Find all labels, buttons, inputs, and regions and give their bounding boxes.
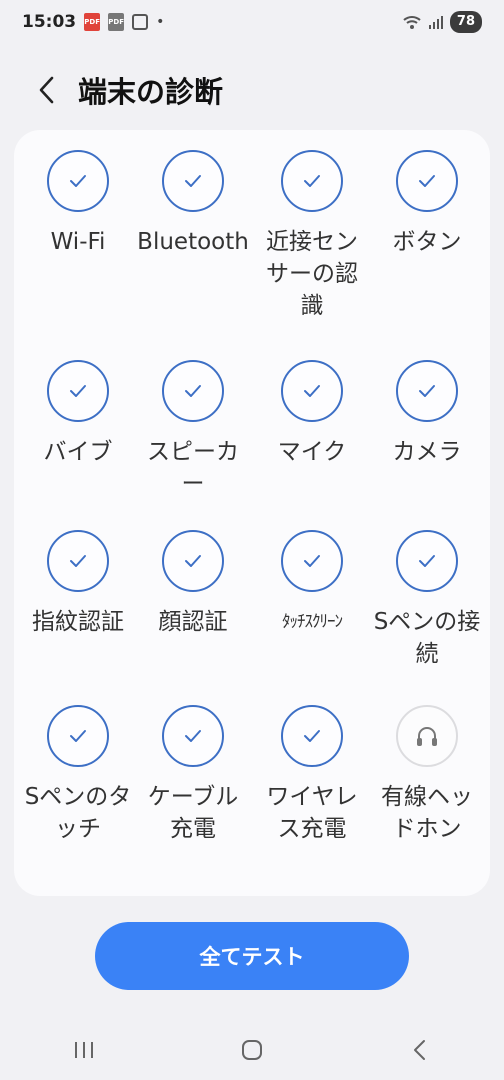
check-icon — [419, 555, 435, 567]
check-icon — [70, 555, 86, 567]
nav-back-button[interactable] — [390, 1030, 450, 1070]
test-status-circle — [162, 150, 224, 212]
test-tile[interactable]: カメラ — [368, 360, 486, 468]
check-icon — [304, 730, 320, 742]
test-tile[interactable]: ワイヤレス充電 — [253, 705, 371, 845]
navigation-bar — [0, 1020, 504, 1080]
status-time: 15:03 — [22, 12, 77, 32]
test-tile[interactable]: 顔認証 — [134, 530, 252, 638]
test-tile[interactable]: 近接センサーの認識 — [253, 150, 371, 322]
test-label: 有線ヘッドホン — [381, 784, 473, 842]
test-label: ボタン — [392, 229, 462, 255]
diagnostics-card: Wi-Fi Bluetooth 近接センサーの認識 ボタンバイブ スピーカー マイク カメラ… — [14, 130, 490, 896]
wifi-icon — [403, 16, 421, 29]
test-label: Wi-Fi — [50, 229, 106, 255]
check-icon — [185, 730, 201, 742]
home-icon — [242, 1040, 262, 1060]
test-status-circle — [162, 705, 224, 767]
pdf-notification-icon-2: PDF — [108, 13, 125, 31]
test-all-button[interactable]: 全てテスト — [95, 922, 409, 990]
test-status-circle — [281, 530, 343, 592]
signal-icon — [428, 16, 443, 29]
test-label: Sペンの接続 — [373, 609, 481, 667]
check-icon — [304, 555, 320, 567]
test-label: ワイヤレス充電 — [266, 784, 358, 842]
test-label: Bluetooth — [137, 229, 249, 255]
test-status-circle — [396, 705, 458, 767]
test-grid: Wi-Fi Bluetooth 近接センサーの認識 ボタンバイブ スピーカー マイク カメラ… — [14, 130, 490, 896]
test-tile[interactable]: 有線ヘッドホン — [368, 705, 486, 845]
test-tile[interactable]: ﾀｯﾁｽｸﾘｰﾝ — [253, 530, 371, 638]
test-tile[interactable]: マイク — [253, 360, 371, 468]
test-tile[interactable]: Sペンのタッチ — [19, 705, 137, 845]
test-tile[interactable]: Sペンの接続 — [368, 530, 486, 670]
check-icon — [70, 385, 86, 397]
test-tile[interactable]: Wi-Fi — [19, 150, 137, 258]
test-label: 指紋認証 — [32, 609, 124, 635]
test-status-circle — [281, 705, 343, 767]
battery-indicator: 78 — [449, 11, 482, 33]
test-label: スピーカー — [147, 439, 239, 497]
test-label: ﾀｯﾁｽｸﾘｰﾝ — [282, 612, 343, 632]
test-label: ケーブル充電 — [147, 784, 239, 842]
test-status-circle — [281, 360, 343, 422]
recent-apps-icon — [75, 1042, 93, 1058]
test-status-circle — [162, 360, 224, 422]
test-status-circle — [281, 150, 343, 212]
test-label: 顔認証 — [158, 609, 228, 635]
chevron-left-icon — [39, 76, 54, 104]
back-button[interactable] — [30, 70, 64, 110]
headphones-icon — [417, 727, 437, 746]
recent-apps-button[interactable] — [54, 1030, 114, 1070]
check-icon — [419, 385, 435, 397]
test-tile[interactable]: Bluetooth — [134, 150, 252, 258]
status-right: 78 — [402, 11, 482, 33]
test-tile[interactable]: 指紋認証 — [19, 530, 137, 638]
pdf-notification-icon: PDF — [84, 13, 101, 31]
test-label: マイク — [277, 439, 347, 465]
test-label: 近接センサーの認識 — [266, 229, 358, 319]
screenshot-icon — [132, 14, 149, 30]
check-icon — [185, 555, 201, 567]
home-button[interactable] — [222, 1030, 282, 1070]
check-icon — [70, 730, 86, 742]
test-status-circle — [47, 150, 109, 212]
check-icon — [304, 175, 320, 187]
test-tile[interactable]: バイブ — [19, 360, 137, 468]
test-tile[interactable]: ケーブル充電 — [134, 705, 252, 845]
test-status-circle — [396, 360, 458, 422]
test-status-circle — [396, 150, 458, 212]
check-icon — [185, 385, 201, 397]
test-status-circle — [47, 360, 109, 422]
back-icon — [414, 1040, 425, 1060]
test-label: カメラ — [392, 439, 462, 465]
status-left: 15:03 PDF PDF • — [22, 12, 164, 32]
test-status-circle — [47, 705, 109, 767]
header: 端末の診断 — [0, 60, 504, 120]
test-status-circle — [396, 530, 458, 592]
test-label: バイブ — [43, 439, 113, 465]
test-status-circle — [162, 530, 224, 592]
check-icon — [419, 175, 435, 187]
more-notifications-dot: • — [156, 14, 165, 30]
test-tile[interactable]: ボタン — [368, 150, 486, 258]
check-icon — [185, 175, 201, 187]
check-icon — [70, 175, 86, 187]
test-label: Sペンのタッチ — [24, 784, 132, 842]
test-tile[interactable]: スピーカー — [134, 360, 252, 500]
page-title: 端末の診断 — [78, 75, 224, 109]
check-icon — [304, 385, 320, 397]
status-bar: 15:03 PDF PDF • 78 — [0, 0, 504, 44]
test-status-circle — [47, 530, 109, 592]
